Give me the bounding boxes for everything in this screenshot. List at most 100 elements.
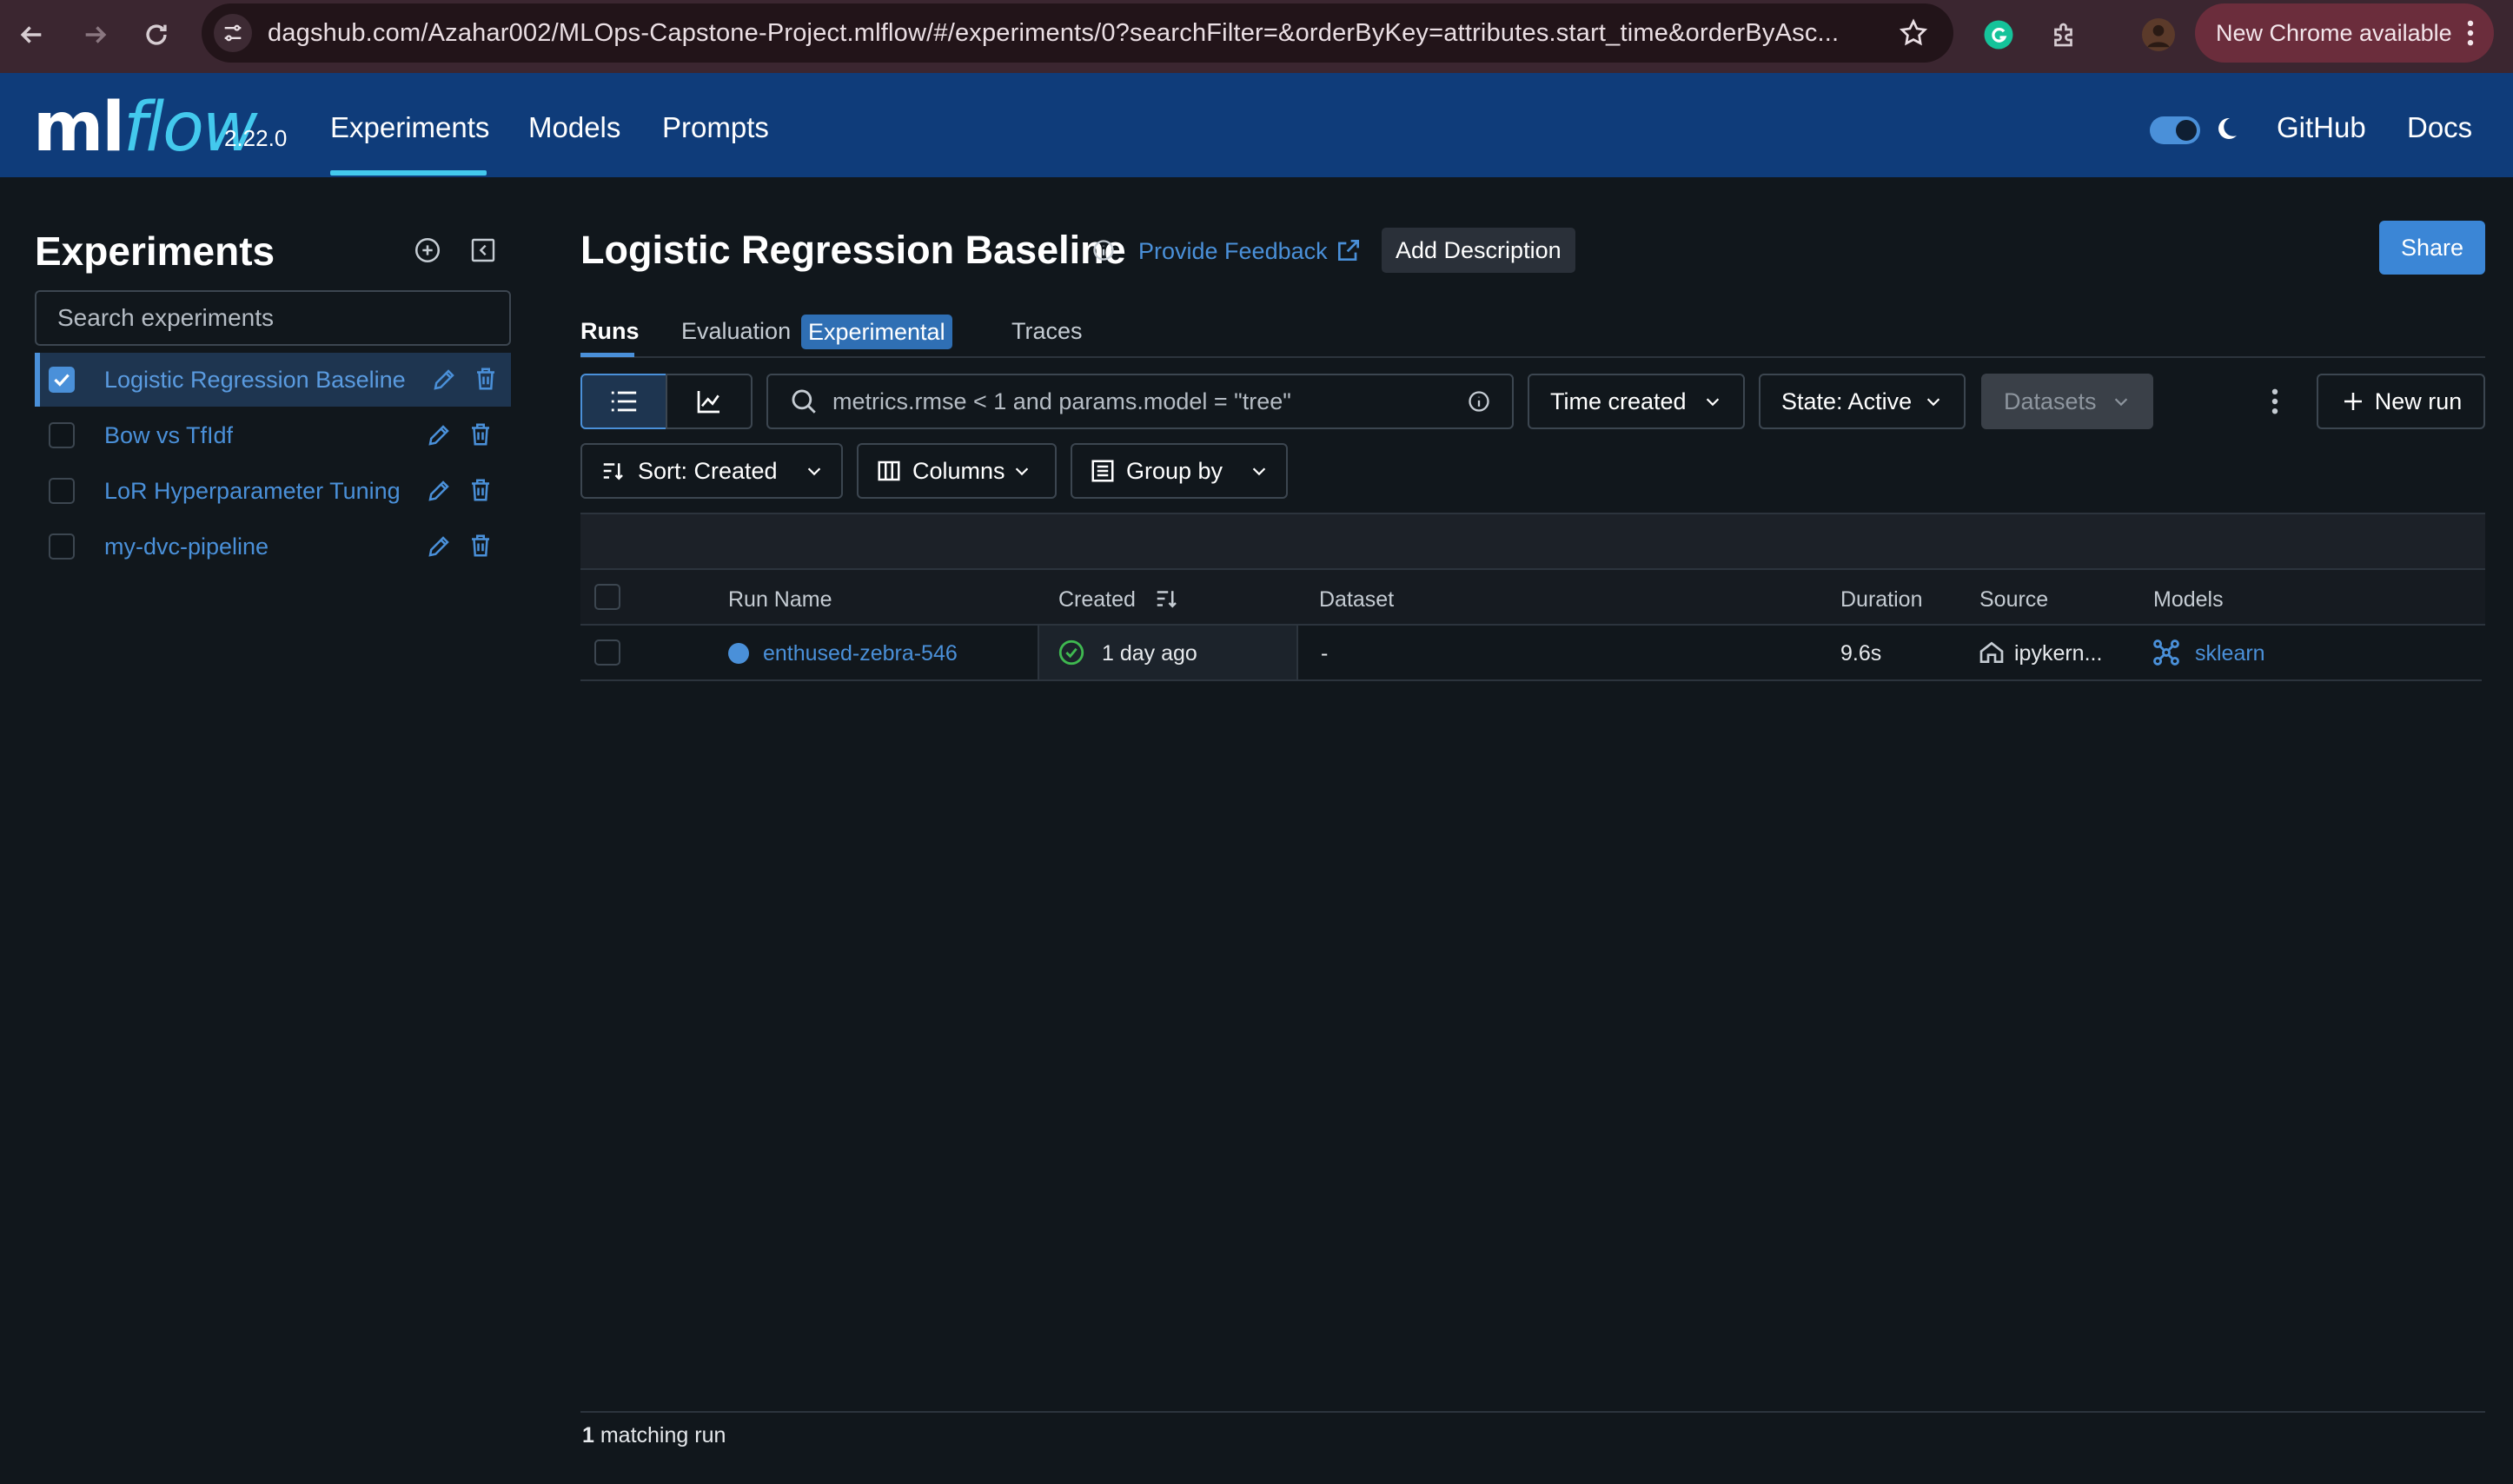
delete-trash-icon[interactable]: [473, 365, 499, 393]
created-cell: 1 day ago: [1038, 626, 1298, 679]
column-header-created[interactable]: Created: [1058, 587, 1136, 613]
edit-pencil-icon[interactable]: [426, 422, 452, 448]
more-vertical-icon: [2467, 20, 2474, 46]
chevron-down-icon: [807, 467, 821, 476]
count-label: matching run: [593, 1423, 726, 1448]
nav-models[interactable]: Models: [528, 111, 620, 144]
provide-feedback-link[interactable]: Provide Feedback: [1138, 238, 1328, 265]
chevron-down-icon: [1926, 398, 1940, 407]
notebook-source-icon: [1979, 641, 2004, 663]
experiment-checkbox[interactable]: [49, 533, 75, 560]
column-header-run-name[interactable]: Run Name: [728, 587, 832, 613]
datasets-label: Datasets: [2004, 388, 2097, 414]
columns-label: Columns: [912, 457, 1005, 484]
mlflow-logo[interactable]: mlflow: [33, 89, 258, 167]
docs-link[interactable]: Docs: [2407, 111, 2472, 144]
edit-pencil-icon[interactable]: [431, 367, 457, 393]
search-experiments-field[interactable]: [35, 290, 511, 346]
add-description-button[interactable]: Add Description: [1382, 228, 1575, 273]
source-value[interactable]: ipykern...: [2014, 641, 2102, 666]
info-icon[interactable]: [1091, 238, 1116, 262]
experiment-name[interactable]: LoR Hyperparameter Tuning: [104, 478, 401, 505]
more-options-icon[interactable]: [2258, 374, 2292, 429]
new-chrome-available-button[interactable]: New Chrome available: [2195, 3, 2494, 63]
run-color-dot[interactable]: [728, 643, 749, 664]
model-link[interactable]: sklearn: [2195, 641, 2265, 666]
search-info-icon[interactable]: [1467, 389, 1491, 414]
logo-ml-text: ml: [33, 89, 125, 167]
created-value: 1 day ago: [1102, 641, 1197, 666]
time-created-label: Time created: [1550, 388, 1687, 414]
share-button[interactable]: Share: [2379, 221, 2485, 275]
table-row[interactable]: enthused-zebra-546 1 day ago - 9.6s ipyk…: [580, 626, 2482, 681]
dataset-value: -: [1321, 641, 1329, 666]
experiment-checkbox[interactable]: [49, 367, 75, 393]
matching-runs-count: 1 matching run: [582, 1423, 726, 1448]
profile-avatar[interactable]: [2141, 17, 2176, 52]
select-all-checkbox[interactable]: [594, 584, 620, 610]
sort-descending-icon[interactable]: [1154, 586, 1180, 612]
tab-evaluation[interactable]: Evaluation: [681, 318, 791, 345]
columns-dropdown[interactable]: Columns: [857, 443, 1057, 499]
experiment-checkbox[interactable]: [49, 422, 75, 448]
bookmark-star-icon[interactable]: [1898, 17, 1929, 49]
chevron-down-icon: [2114, 398, 2128, 407]
dark-mode-toggle[interactable]: [2150, 116, 2200, 144]
delete-trash-icon[interactable]: [467, 476, 494, 504]
external-link-icon[interactable]: [1335, 236, 1363, 264]
address-bar[interactable]: dagshub.com/Azahar002/MLOps-Capstone-Pro…: [202, 3, 1953, 63]
column-header-models[interactable]: Models: [2153, 587, 2224, 613]
count-number: 1: [582, 1423, 594, 1448]
row-checkbox[interactable]: [594, 639, 620, 666]
site-info-icon[interactable]: [214, 14, 252, 52]
sort-dropdown[interactable]: Sort: Created: [580, 443, 843, 499]
experiment-name[interactable]: Bow vs TfIdf: [104, 422, 233, 449]
experiment-item[interactable]: LoR Hyperparameter Tuning: [35, 464, 511, 518]
column-header-duration[interactable]: Duration: [1840, 587, 1923, 613]
state-label: State: Active: [1781, 388, 1913, 414]
group-by-dropdown[interactable]: Group by: [1071, 443, 1288, 499]
table-header: Run Name Created Dataset Duration Source…: [580, 568, 2485, 626]
column-header-dataset[interactable]: Dataset: [1319, 587, 1394, 613]
experiment-item[interactable]: my-dvc-pipeline: [35, 520, 511, 573]
experiment-checkbox[interactable]: [49, 478, 75, 504]
experiment-name[interactable]: Logistic Regression Baseline: [104, 367, 406, 394]
new-run-button[interactable]: New run: [2317, 374, 2485, 429]
back-icon[interactable]: [12, 16, 50, 54]
forward-icon[interactable]: [76, 16, 115, 54]
run-name-link[interactable]: enthused-zebra-546: [763, 641, 958, 666]
search-experiments-input[interactable]: [36, 292, 509, 344]
chart-view-button[interactable]: [666, 374, 753, 429]
table-group-header: [580, 513, 2485, 568]
table-view-button[interactable]: [580, 374, 667, 429]
edit-pencil-icon[interactable]: [426, 533, 452, 560]
tab-traces[interactable]: Traces: [1011, 318, 1083, 345]
edit-pencil-icon[interactable]: [426, 478, 452, 504]
group-by-label: Group by: [1126, 457, 1223, 484]
nav-experiments[interactable]: Experiments: [330, 111, 489, 144]
experiment-name[interactable]: my-dvc-pipeline: [104, 533, 269, 560]
model-icon: [2153, 639, 2179, 666]
columns-icon: [878, 460, 900, 481]
experiment-item[interactable]: Logistic Regression Baseline: [35, 353, 511, 407]
datasets-dropdown: Datasets: [1981, 374, 2153, 429]
time-created-dropdown[interactable]: Time created: [1528, 374, 1745, 429]
collapse-sidebar-icon[interactable]: [467, 235, 499, 266]
experiment-item[interactable]: Bow vs TfIdf: [35, 408, 511, 462]
run-search-field[interactable]: [766, 374, 1514, 429]
add-experiment-icon[interactable]: [412, 235, 443, 266]
column-header-source[interactable]: Source: [1979, 587, 2048, 613]
delete-trash-icon[interactable]: [467, 421, 494, 448]
extensions-puzzle-icon[interactable]: [2047, 17, 2082, 52]
moon-icon: [2218, 117, 2237, 139]
tab-runs[interactable]: Runs: [580, 318, 640, 345]
nav-prompts[interactable]: Prompts: [662, 111, 769, 144]
new-run-label: New run: [2374, 388, 2463, 414]
state-dropdown[interactable]: State: Active: [1759, 374, 1966, 429]
delete-trash-icon[interactable]: [467, 532, 494, 560]
github-link[interactable]: GitHub: [2277, 111, 2366, 144]
grammarly-extension-icon[interactable]: [1981, 17, 2016, 52]
reload-icon[interactable]: [137, 16, 176, 54]
run-search-input[interactable]: [819, 375, 1467, 427]
success-check-icon: [1058, 639, 1084, 666]
